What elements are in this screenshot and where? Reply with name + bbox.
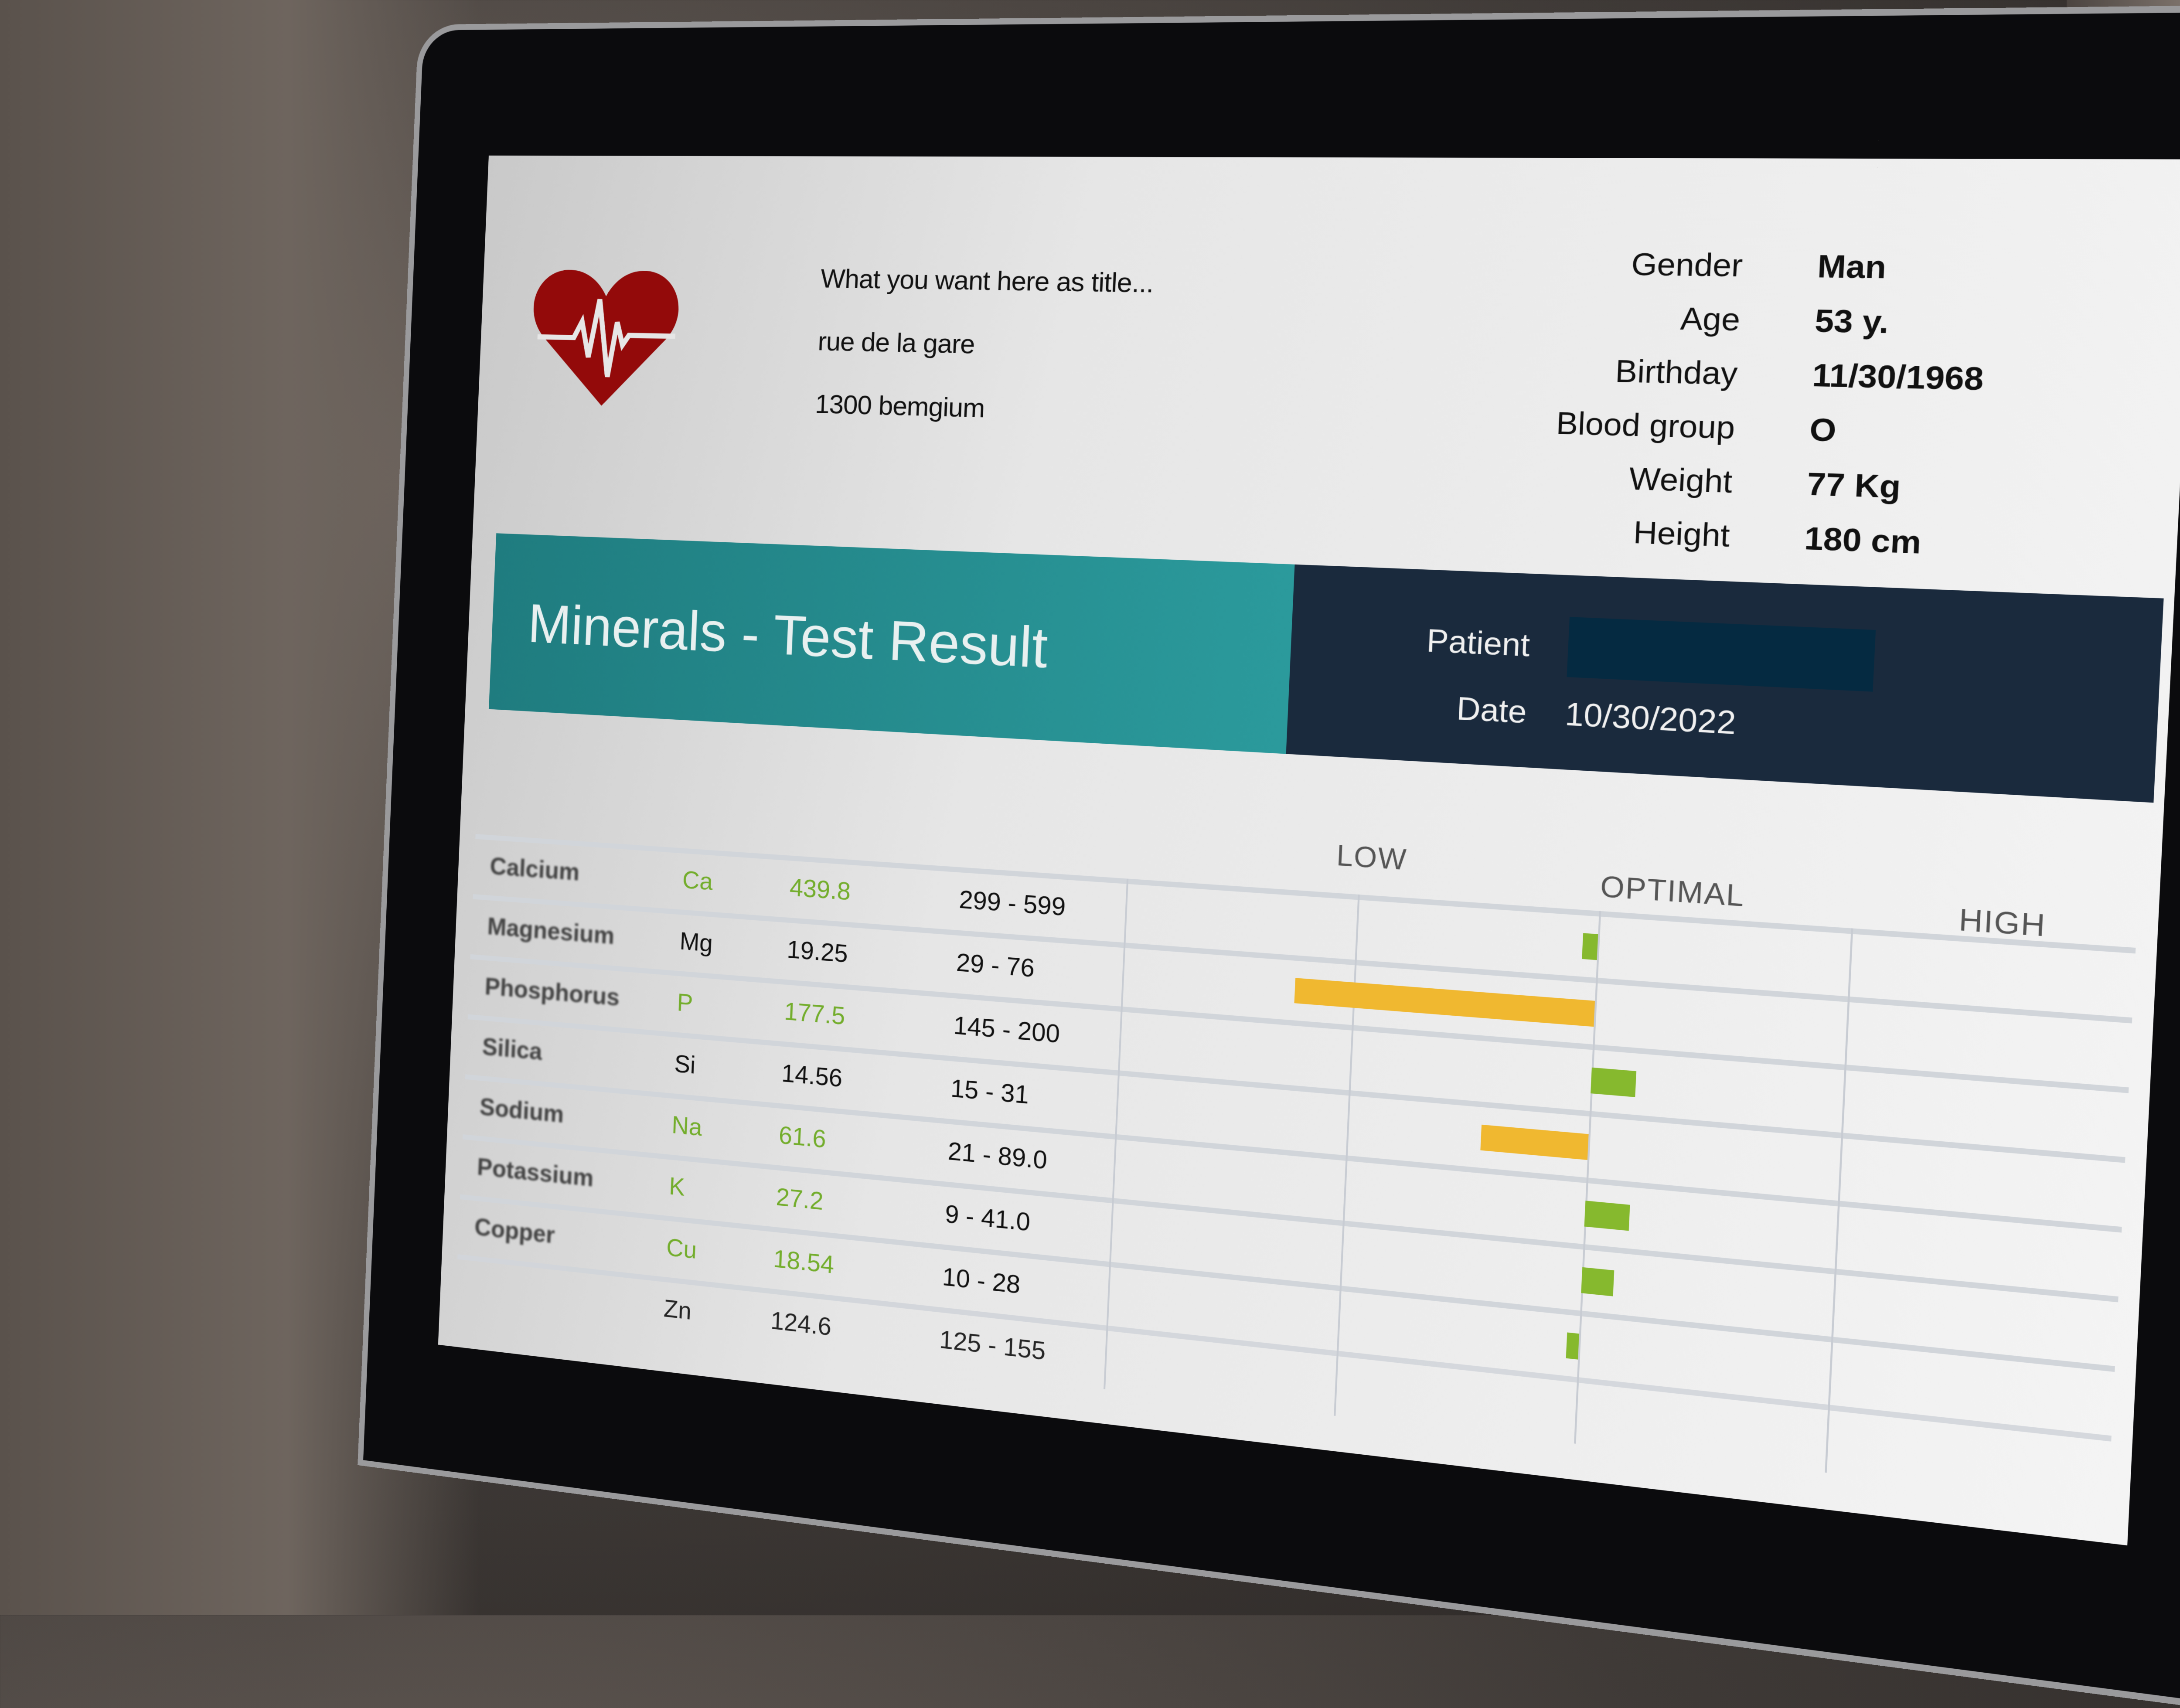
profile-label: Age — [1679, 300, 1741, 337]
mineral-value: 19.25 — [786, 935, 848, 968]
mineral-value: 18.54 — [773, 1244, 835, 1279]
mineral-name: Calcium — [489, 852, 580, 886]
heart-pulse-icon — [525, 269, 685, 408]
mineral-symbol: P — [676, 988, 694, 1017]
range-bar-ca — [1582, 933, 1598, 960]
profile-value: 180 cm — [1803, 520, 1922, 561]
profile-label: Height — [1632, 514, 1731, 554]
profile-value: 53 y. — [1814, 303, 1890, 340]
mineral-value: 439.8 — [789, 873, 852, 906]
mineral-name: Phosphorus — [484, 973, 620, 1011]
reference-range: 10 - 28 — [941, 1262, 1021, 1300]
profile-value: O — [1809, 412, 1837, 449]
reference-range: 125 - 155 — [939, 1325, 1046, 1366]
date-row: Date 10/30/2022 — [1380, 686, 1737, 742]
profile-value: 11/30/1968 — [1811, 357, 1985, 397]
mineral-symbol: Ca — [681, 865, 714, 896]
grid-line — [1825, 928, 1853, 1473]
mineral-value: 14.56 — [781, 1059, 843, 1093]
mineral-value: 177.5 — [783, 997, 846, 1031]
range-bar-p — [1591, 1067, 1636, 1097]
profile-label: Gender — [1630, 246, 1744, 283]
report-screen: What you want here as title... rue de la… — [438, 155, 2180, 1546]
result-banner: Minerals - Test Result Patient Date 10/3… — [489, 533, 2164, 803]
mineral-name: Sodium — [479, 1092, 565, 1128]
reference-range: 15 - 31 — [950, 1074, 1030, 1109]
range-bar-k — [1581, 1267, 1615, 1296]
address-city: 1300 bemgium — [814, 389, 985, 424]
header-optimal: OPTIMAL — [1599, 870, 1746, 913]
mineral-symbol: K — [668, 1172, 686, 1201]
address-street: rue de la gare — [817, 326, 976, 360]
mineral-name: Silica — [481, 1033, 543, 1065]
results-table: LOW OPTIMAL HIGH Calcium Ca 439.8 299 - 599… — [455, 767, 2139, 1505]
date-label: Date — [1455, 691, 1528, 730]
profile-label: Blood group — [1555, 405, 1736, 446]
grid-line-optimal-center — [1574, 911, 1601, 1444]
reference-range: 145 - 200 — [953, 1011, 1061, 1048]
patient-info-panel: Patient Date 10/30/2022 — [1286, 564, 2164, 803]
range-bar-na — [1584, 1201, 1630, 1231]
reference-range: 29 - 76 — [955, 948, 1036, 983]
profile-row-age: Age 53 y. — [1535, 289, 1988, 351]
mineral-value: 61.6 — [778, 1121, 827, 1153]
date-value: 10/30/2022 — [1564, 696, 1737, 741]
reference-range: 21 - 89.0 — [947, 1136, 1048, 1175]
profile-row-birthday: Birthday 11/30/1968 — [1532, 343, 1985, 406]
reference-range: 299 - 599 — [958, 885, 1066, 922]
profile-label: Birthday — [1614, 353, 1739, 391]
header-low: LOW — [1335, 839, 1408, 877]
range-chart — [1104, 878, 2115, 1503]
range-bar-mg — [1294, 978, 1595, 1027]
report-address: What you want here as title... rue de la… — [814, 247, 1155, 445]
mineral-name: Magnesium — [487, 912, 615, 950]
mineral-name: Potassium — [476, 1153, 594, 1192]
patient-row: Patient — [1383, 609, 1876, 692]
mineral-symbol: Zn — [663, 1294, 692, 1325]
range-bar-si — [1480, 1124, 1589, 1160]
patient-name-redacted — [1567, 617, 1876, 692]
laptop-bezel: What you want here as title... rue de la… — [363, 11, 2180, 1708]
mineral-name: Copper — [474, 1213, 555, 1249]
profile-label: Weight — [1628, 460, 1734, 500]
mineral-value: 27.2 — [775, 1183, 824, 1216]
mineral-symbol: Mg — [679, 927, 714, 958]
mineral-symbol: Na — [671, 1111, 703, 1142]
mineral-symbol: Cu — [666, 1233, 698, 1264]
report-title-line: What you want here as title... — [820, 263, 1155, 299]
mineral-symbol: Si — [674, 1049, 696, 1079]
range-bar-cu — [1565, 1332, 1579, 1360]
profile-value: Man — [1816, 248, 1887, 286]
profile-row-gender: Gender Man — [1537, 236, 1990, 296]
reference-range: 9 - 41.0 — [944, 1199, 1031, 1237]
profile-value: 77 Kg — [1806, 466, 1902, 505]
mineral-value: 124.6 — [770, 1306, 832, 1341]
patient-profile: Gender Man Age 53 y. Birthday 11/30/1968… — [1525, 236, 1990, 572]
patient-label: Patient — [1426, 623, 1531, 663]
grid-line — [1334, 894, 1360, 1416]
page-title: Minerals - Test Result — [489, 533, 1295, 754]
